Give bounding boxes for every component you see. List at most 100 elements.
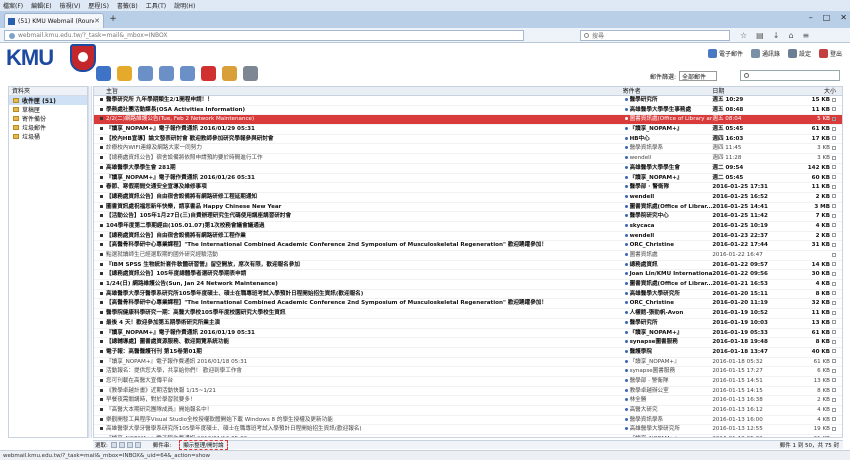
close-tab-icon[interactable]: ✕ [94,17,100,25]
site-info-icon[interactable] [9,32,15,39]
check-mail-icon[interactable] [96,66,111,81]
forward-icon[interactable] [180,66,195,81]
flag-icon[interactable] [832,204,837,209]
flag-icon[interactable] [832,97,837,102]
message-row[interactable]: 高雄醫學大學學生會 281期 高雄醫學大學學生會 週二 09:54 142 KB [94,164,842,174]
message-row[interactable]: 『IBM SPSS 生物統計套件軟體研習營』留空開放，席次有限，歡迎報名參加 總務… [94,261,842,271]
flag-icon[interactable] [832,426,837,431]
flag-icon[interactable] [832,213,837,218]
flag-icon[interactable] [832,242,837,247]
minimize-icon[interactable]: – [809,13,813,22]
header-link-1[interactable]: 通訊錄 [750,49,780,58]
url-bar[interactable]: webmail.kmu.edu.tw/?_task=mail&_mbox=INB… [4,30,524,41]
flag-icon[interactable] [832,291,837,296]
message-row[interactable]: 【總務處資訊公告】自由宿舍設備將有網路研修工程作業 wendell 2016-01-… [94,232,842,242]
header-link-2[interactable]: 設定 [787,49,811,58]
flag-icon[interactable] [832,359,837,364]
more-actions-icon[interactable] [243,66,258,81]
flag-icon[interactable] [832,368,837,373]
flag-icon[interactable] [832,388,837,393]
message-row[interactable]: 【總務處資訊公告】自由宿舍設備將有網路研修工程延期通知 wendell 2016-0… [94,193,842,203]
message-row[interactable]: 『讀享_NOPAM+』電子報作費通訊 2016/01/26 05:31 『讀享_N… [94,174,842,184]
column-size[interactable]: 大小 [794,87,842,95]
message-row[interactable]: 『讀享_NOPAM+』電子報作費通訊 2016/01/18 05:31 『讀享_N… [94,358,842,368]
filter-select[interactable]: 全部郵件 [679,71,718,81]
message-row[interactable]: 早餐夜需關講時，對於學習就要多！ 林全勝 2016-01-13 16:38 2 KB [94,396,842,406]
menu-item[interactable]: 編輯(E) [31,1,51,10]
mark-icon[interactable] [222,66,237,81]
flag-icon[interactable] [832,233,837,238]
maximize-icon[interactable]: □ [823,13,831,22]
flag-icon[interactable] [832,116,837,121]
folder-item[interactable]: 草稿匣 [9,105,87,114]
flag-icon[interactable] [832,194,837,199]
message-row[interactable]: 【高醫骨科學研中心專業課程】"The International Combine… [94,299,842,310]
flag-icon[interactable] [832,339,837,344]
select-unread-button[interactable] [126,442,133,448]
flag-icon[interactable] [832,145,837,150]
flag-icon[interactable] [832,175,837,179]
folder-item[interactable]: 垃圾桶 [9,132,87,141]
message-row[interactable]: 【高醫骨科學研中心專業課程】"The International Combine… [94,241,842,251]
menu-icon[interactable]: ≡ [803,31,810,40]
message-row[interactable]: 【總務處資訊公告】105年度總體學者選研究學期表申請 Joan Lin/KMU I… [94,270,842,281]
column-subject[interactable]: 主旨 [94,87,623,95]
message-row[interactable]: 『讀享_NOPAM+』電子報作費通訊 2016/01/12 05:32 『讀享_N… [94,435,842,437]
message-row[interactable]: 『讀享_NOPAM+』電子報作費通訊 2016/01/19 05:31 『讀享_N… [94,329,842,339]
message-row[interactable]: 醫學研究所 九年學期類生2/1開程申請！！ 醫學研究所 週五 10:29 15 KB [94,96,842,106]
flag-icon[interactable] [832,378,837,383]
message-row[interactable]: 樂觀開發工具程序Visual Studio全校授權軟體開始下載 Windows … [94,416,842,426]
message-row[interactable]: 活動報名：提供您大學，共享給你們！ 歡迎到學工作會 synapse圖書服務 2016… [94,367,842,377]
message-row[interactable]: 電子報：高醫醫護刊刊 第15卷第01期 醫護學院 2016-01-18 13:47 4… [94,348,842,358]
flag-icon[interactable] [832,417,837,422]
message-row[interactable]: 【活動公告】105年1月27日(三)自費辦理研究生代碼使用講座講習研討會 醫學院研… [94,212,842,222]
message-row[interactable]: 診療校內WIFI連線及網路大家一同努力 醫學資訊學系 週四 11:45 3 KB [94,144,842,155]
header-link-3[interactable]: 登出 [818,49,842,58]
menu-item[interactable]: 歷程(S) [88,1,109,10]
flag-icon[interactable] [832,436,837,437]
flag-icon[interactable] [832,320,837,325]
flag-icon[interactable] [832,330,837,334]
flag-icon[interactable] [832,281,837,286]
message-row[interactable]: 點選就讀師生已經選取期的國外研究經驗活動 圖書資訊處 2016-01-22 16:4… [94,251,842,261]
pane-splitter[interactable] [88,86,92,438]
message-row[interactable]: 104學年度第二學期經由(105.01.07)第1次校務會議會議通過 skycac… [94,222,842,232]
message-row[interactable]: 1/24(日) 網路維護公告(Sun, Jan 24 Network Maint… [94,280,842,290]
folder-item[interactable]: 垃圾郵件 [9,123,87,132]
message-row[interactable]: 【總輔導處】圖書處資源服務、歡迎閱覽系統功能 synapse圖書服務 2016-01… [94,338,842,348]
select-page-button[interactable] [118,442,125,448]
flag-icon[interactable] [832,107,837,112]
threads-toggle[interactable]: 顯示整理/開討論 [179,440,228,450]
download-icon[interactable]: ↓ [773,31,780,40]
message-row[interactable]: 圖書資訊處祝福您新年快樂，請享書品 Happy Chinese New Year… [94,203,842,213]
quick-search-input[interactable] [740,70,840,81]
flag-icon[interactable] [832,184,837,189]
message-row[interactable]: 醫學院健康科學研究一期：高醫大學校105學年度校園研究大學校生資訊 人權館-張勁帆… [94,309,842,319]
compose-icon[interactable] [117,66,132,81]
message-row[interactable]: 高雄醫學大學牙醫學系研究所105學年度碩士、碩士在職專班考試入學預計日程開始招生… [94,425,842,436]
message-row[interactable]: 【校內HB宣導】論文發表研討會 歡迎教師參加研究學報參與研討會 HB中心 週四 16… [94,135,842,145]
message-row[interactable]: 2/2(二)網路維護公告(Tue, Feb 2 Network Maintena… [94,115,842,126]
message-row[interactable]: 『高醫大本期研究團隊成員』開始報名中！ 高醫大研究 2016-01-13 16:12… [94,406,842,416]
close-window-icon[interactable]: ✕ [840,13,847,22]
message-row[interactable]: 春節、寒假期間交通安全宣導及維修事項 醫學部 · 警衛隊 2016-01-25 17… [94,183,842,193]
message-row[interactable]: 《教學卓越計畫》近期活動快報 1/15~1/21 教學卓越辦公室 2016-01-1… [94,387,842,397]
flag-icon[interactable] [832,126,837,131]
folder-item[interactable]: 寄件備份 [9,114,87,123]
bookmarks-icon[interactable]: ▤ [756,31,764,40]
message-row[interactable]: 高雄醫學大學牙醫學系研究所105學年度碩士、碩士在職專班考試入學預計日程開始招生… [94,290,842,300]
browser-tab[interactable]: (51) KMU Webmail (Round- ✕ [4,13,104,28]
new-tab-button[interactable]: + [108,15,118,25]
bookmark-star-icon[interactable]: ☆ [740,31,747,40]
flag-icon[interactable] [832,262,837,267]
flag-icon[interactable] [832,271,837,276]
menu-item[interactable]: 說明(H) [174,1,195,10]
menu-item[interactable]: 檢視(V) [60,1,81,10]
reply-all-icon[interactable] [159,66,174,81]
folder-item[interactable]: 收件匣 (51) [9,96,87,105]
select-none-button[interactable] [134,442,141,448]
flag-icon[interactable] [832,165,837,170]
message-row[interactable]: 學務處社團活動課長(OSA Activities Information) 高雄醫… [94,106,842,116]
header-link-0[interactable]: 電子郵件 [707,49,743,58]
message-row[interactable]: 【總務處資訊公告】宿舍設備將依照申請預約要於時間進行工作 wendell 週四 11… [94,154,842,164]
